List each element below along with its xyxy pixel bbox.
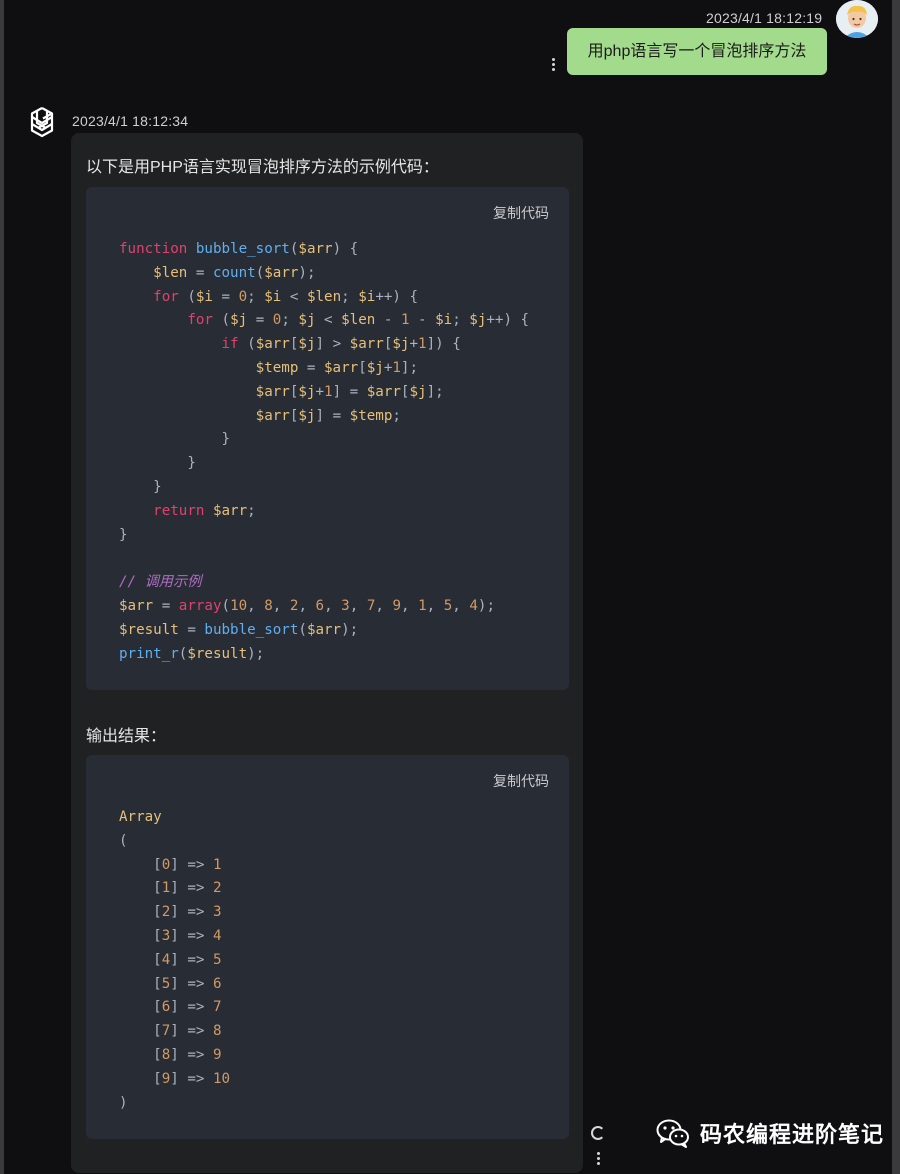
bot-message-more-icon[interactable] (595, 1152, 601, 1168)
bot-message-timestamp: 2023/4/1 18:12:34 (72, 113, 189, 129)
user-message-more-icon[interactable] (550, 58, 556, 74)
regenerate-icon[interactable] (591, 1126, 605, 1140)
user-avatar-icon (836, 0, 878, 38)
watermark: 码农编程进阶笔记 (656, 1116, 884, 1150)
user-message-timestamp: 2023/4/1 18:12:19 (706, 10, 823, 26)
php-code-block: 复制代码 function bubble_sort($arr) { $len =… (86, 187, 569, 690)
copy-code-button[interactable]: 复制代码 (493, 203, 549, 223)
output-label: 输出结果： (86, 728, 167, 745)
php-code: function bubble_sort($arr) { $len = coun… (119, 241, 530, 662)
output-code-block: 复制代码 Array ( [0] => 1 [1] => 2 [2] => 3 … (86, 755, 569, 1139)
copy-code-button[interactable]: 复制代码 (493, 771, 549, 791)
openai-logo-icon (24, 104, 60, 140)
wechat-icon (656, 1119, 689, 1148)
chat-window: 2023/4/1 18:12:19 用php语言写一个冒泡排序方法 2023/4… (4, 0, 892, 1174)
watermark-text: 码农编程进阶笔记 (700, 1122, 885, 1147)
bot-intro-text: 以下是用PHP语言实现冒泡排序方法的示例代码： (86, 159, 439, 176)
output-code: Array ( [0] => 1 [1] => 2 [2] => 3 [3] =… (119, 809, 231, 1111)
user-message-bubble: 用php语言写一个冒泡排序方法 (567, 28, 827, 75)
user-avatar[interactable] (836, 0, 878, 38)
